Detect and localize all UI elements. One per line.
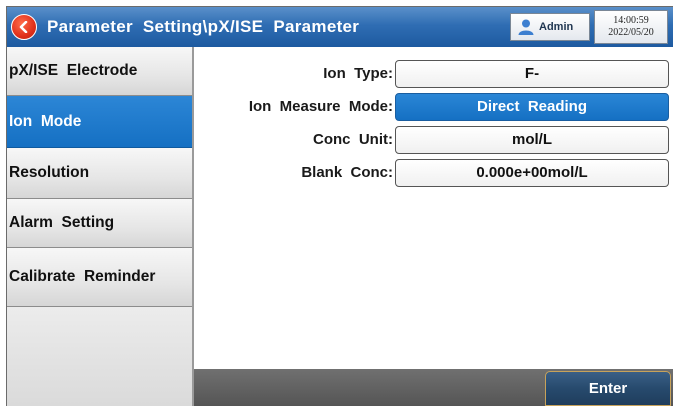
sidebar-item-resolution[interactable]: Resolution [7, 148, 192, 199]
clock-time: 14:00:59 [613, 15, 649, 26]
conc-unit-label: Conc Unit: [313, 131, 393, 148]
back-button[interactable] [11, 14, 37, 40]
blank-conc-label: Blank Conc: [301, 164, 393, 181]
clock-display: 14:00:59 2022/05/20 [594, 10, 668, 44]
title-bar: Parameter Setting\pX/ISE Parameter Admin… [7, 7, 673, 47]
sidebar-item-label: Resolution [9, 164, 90, 181]
sidebar-item-label: Alarm Setting [9, 214, 115, 231]
ion-measure-mode-label: Ion Measure Mode: [248, 98, 393, 115]
sidebar-item-alarm-setting[interactable]: Alarm Setting [7, 199, 192, 248]
blank-conc-field[interactable]: 0.000e+00mol/L [395, 159, 669, 187]
enter-button[interactable]: Enter [545, 371, 671, 406]
sidebar: pX/ISE Electrode Ion Mode Resolution Ala… [7, 47, 192, 406]
app-window: Parameter Setting\pX/ISE Parameter Admin… [6, 6, 673, 406]
sidebar-item-ion-mode[interactable]: Ion Mode [7, 96, 192, 148]
sidebar-filler [7, 307, 192, 406]
sidebar-item-label: Calibrate Reminder [9, 268, 156, 285]
conc-unit-field[interactable]: mol/L [395, 126, 669, 154]
ion-type-label: Ion Type: [323, 65, 393, 82]
user-name: Admin [539, 21, 574, 33]
ion-measure-mode-field[interactable]: Direct Reading [395, 93, 669, 121]
sidebar-item-label: pX/ISE Electrode [9, 62, 138, 79]
ion-type-field[interactable]: F- [395, 60, 669, 88]
sidebar-item-px-ise-electrode[interactable]: pX/ISE Electrode [7, 47, 192, 96]
sidebar-item-calibrate-reminder[interactable]: Calibrate Reminder [7, 248, 192, 307]
sidebar-item-label: Ion Mode [9, 112, 82, 130]
clock-date: 2022/05/20 [608, 27, 654, 38]
back-arrow-icon [19, 21, 28, 33]
user-icon [518, 19, 534, 35]
user-button[interactable]: Admin [510, 13, 590, 41]
sidebar-divider [192, 47, 194, 406]
page-title: Parameter Setting\pX/ISE Parameter [47, 17, 360, 36]
